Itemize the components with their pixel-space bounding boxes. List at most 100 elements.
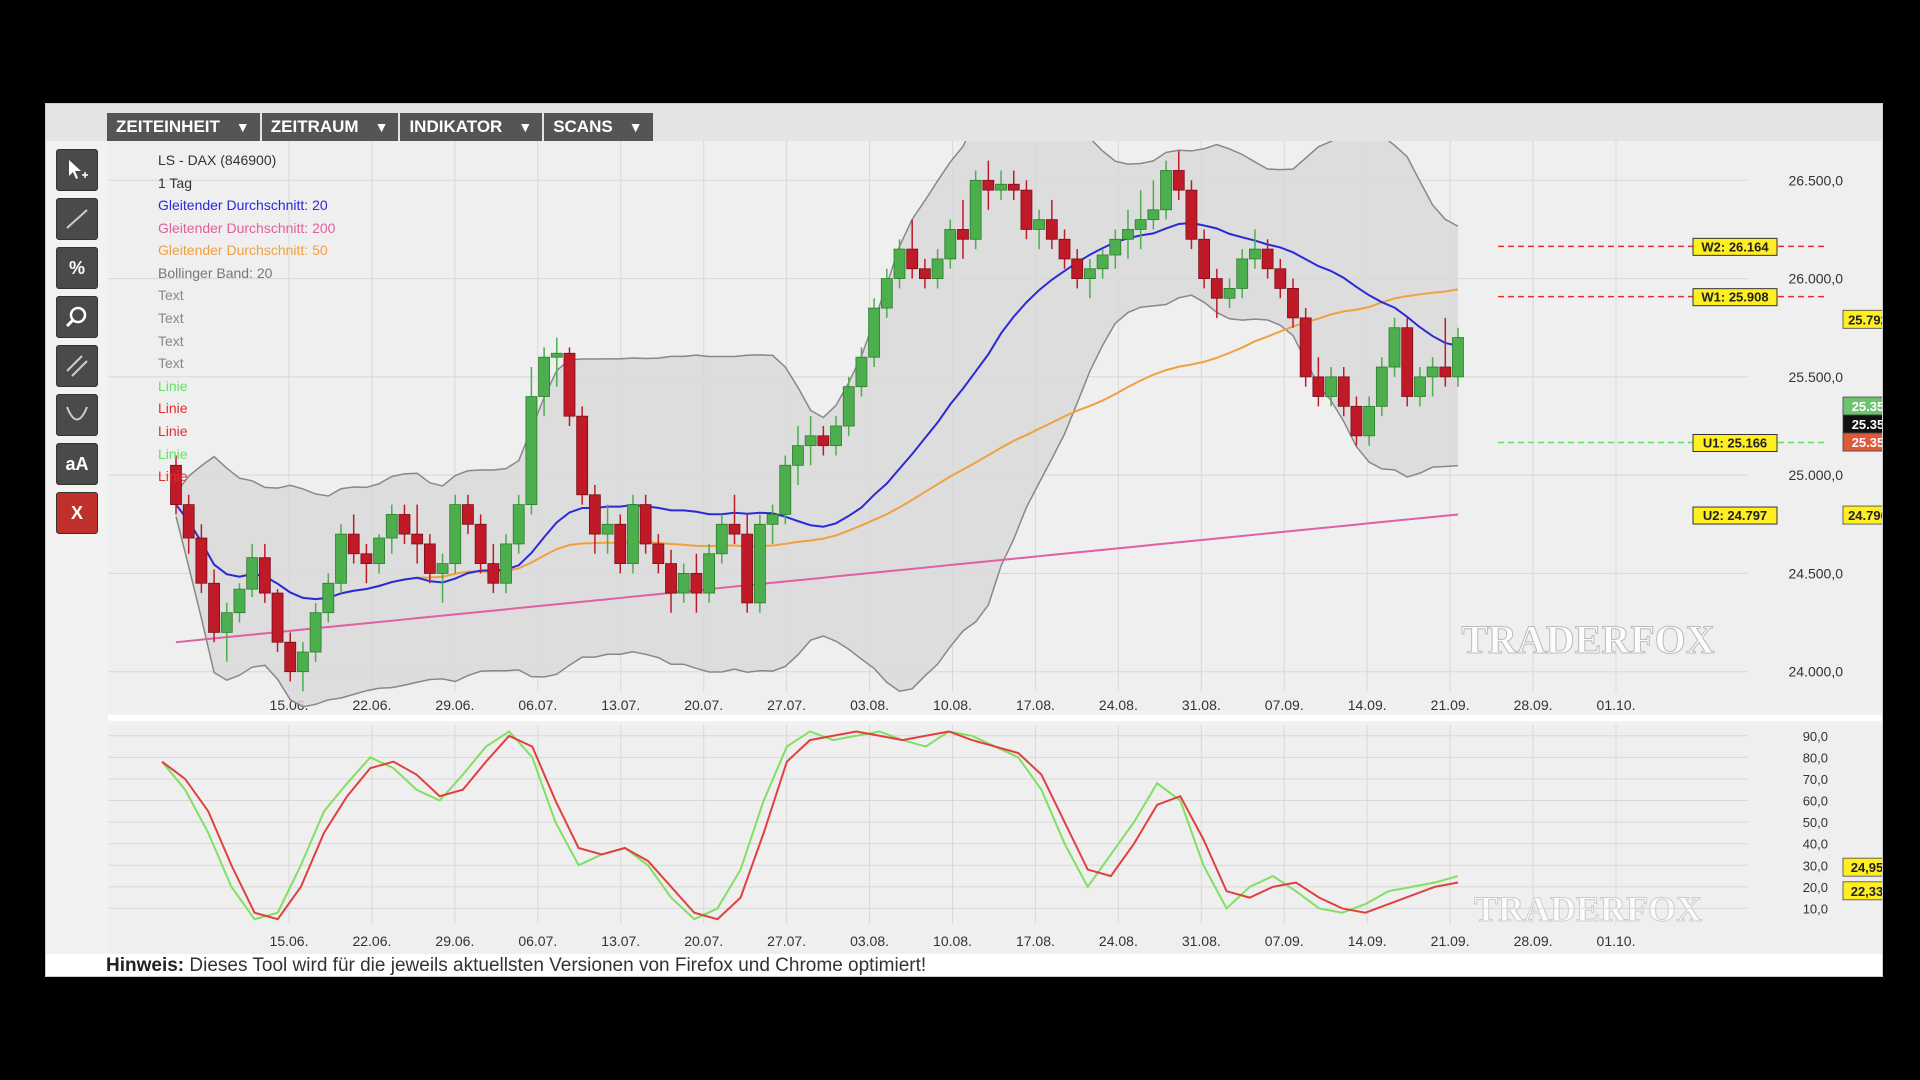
drawing-toolbar: % aA X — [56, 149, 98, 541]
candle-body — [779, 464, 792, 515]
price-tag-label: 25.792,90 — [1848, 312, 1883, 327]
x-tick-label: 31.08. — [1182, 697, 1221, 713]
candle-body — [258, 557, 271, 594]
candle-body — [195, 537, 208, 584]
arc-tool-button[interactable] — [56, 394, 98, 436]
watermark-logo: TRADERFOX — [1474, 889, 1702, 929]
candle-body — [462, 504, 474, 525]
candle-body — [220, 612, 233, 633]
level-tag-label: W2: 26.164 — [1701, 239, 1769, 254]
candle-body — [766, 514, 779, 525]
menu-label: ZEITRAUM — [270, 117, 359, 136]
candle-body — [665, 563, 677, 594]
candle-body — [614, 523, 627, 564]
menu-bar: ZEITEINHEIT ▼ ZEITRAUM ▼ INDIKATOR ▼ SCA… — [107, 113, 655, 141]
candle-body — [309, 612, 322, 653]
x-tick-label: 20.07. — [684, 933, 723, 949]
osc-y-tick-label: 80,0 — [1803, 750, 1828, 765]
x-tick-label: 24.08. — [1099, 697, 1138, 713]
legend-item[interactable]: Bollinger Band: 20 — [158, 265, 272, 281]
interval-label: 1 Tag — [158, 175, 192, 191]
candle-body — [588, 494, 601, 535]
legend-item[interactable]: Linie — [158, 423, 188, 439]
legend-item[interactable]: Linie — [158, 378, 188, 394]
candle-body — [182, 504, 195, 539]
candle-body — [423, 543, 436, 574]
legend-item[interactable]: Text — [158, 287, 184, 303]
osc-y-tick-label: 40,0 — [1803, 837, 1828, 852]
legend-item[interactable]: Text — [158, 310, 184, 326]
level-tag-label: U2: 24.797 — [1703, 508, 1767, 523]
line-tool-button[interactable] — [56, 198, 98, 240]
legend-item[interactable]: Text — [158, 355, 184, 371]
menu-scans[interactable]: SCANS ▼ — [544, 113, 653, 141]
x-tick-label: 14.09. — [1348, 933, 1387, 949]
candle-body — [703, 553, 716, 594]
candle-body — [677, 573, 690, 594]
x-tick-label: 13.07. — [601, 933, 640, 949]
percent-tool-button[interactable]: % — [56, 247, 98, 289]
candle-body — [1210, 278, 1223, 299]
candle-body — [500, 543, 512, 584]
x-tick-label: 27.07. — [767, 697, 806, 713]
x-tick-label: 22.06. — [352, 697, 391, 713]
x-tick-label: 17.08. — [1016, 697, 1055, 713]
legend-item[interactable]: Linie — [158, 400, 188, 416]
text-size-tool-button[interactable]: aA — [56, 443, 98, 485]
delete-tool-button[interactable]: X — [56, 492, 98, 534]
x-tick-label: 01.10. — [1597, 933, 1636, 949]
candle-body — [1071, 258, 1084, 279]
candle-body — [1033, 219, 1046, 230]
zoom-tool-button[interactable] — [56, 296, 98, 338]
x-tick-label: 17.08. — [1016, 933, 1055, 949]
x-tick-label: 01.10. — [1597, 697, 1636, 713]
legend-item[interactable]: Text — [158, 333, 184, 349]
x-tick-label: 10.08. — [933, 697, 972, 713]
candle-body — [1249, 248, 1261, 260]
cursor-icon — [69, 160, 88, 179]
legend-item[interactable]: Gleitender Durchschnitt: 200 — [158, 220, 335, 236]
candle-body — [944, 229, 957, 260]
legend-item[interactable]: Linie — [158, 468, 188, 484]
candle-body — [411, 533, 424, 545]
select-tool-button[interactable] — [56, 149, 98, 191]
osc-y-tick-label: 50,0 — [1803, 815, 1828, 830]
osc-y-tick-label: 70,0 — [1803, 772, 1828, 787]
candle-body — [1287, 288, 1299, 319]
price-tag-label: 24.796,92 — [1848, 508, 1883, 523]
candle-body — [880, 278, 893, 309]
candle-body — [1198, 238, 1211, 279]
watermark-logo: TRADERFOX — [1461, 617, 1714, 662]
parallel-lines-tool-button[interactable] — [56, 345, 98, 387]
chart-area[interactable]: 15.06. 15.06. 22.06. 22.06. 29.06. 29.06. 06.0… — [108, 141, 1883, 954]
candle-body — [512, 504, 525, 545]
candle-body — [1172, 170, 1185, 191]
x-tick-label: 22.06. — [352, 933, 391, 949]
arc-icon — [66, 406, 88, 421]
legend-item[interactable]: Linie — [158, 446, 188, 462]
candle-body — [347, 533, 360, 555]
candle-body — [1312, 376, 1325, 397]
candle-body — [601, 523, 614, 535]
candle-body — [995, 183, 1007, 191]
x-tick-label: 03.08. — [850, 933, 889, 949]
dropdown-arrow-icon: ▼ — [518, 119, 533, 135]
level-tag-label: U1: 25.166 — [1703, 436, 1767, 451]
menu-indikator[interactable]: INDIKATOR ▼ — [400, 113, 543, 141]
delete-icon: X — [70, 502, 83, 523]
osc-y-tick-label: 30,0 — [1803, 858, 1828, 873]
candle-body — [1261, 248, 1274, 270]
x-tick-label: 15.06. — [270, 933, 309, 949]
legend-item[interactable]: Gleitender Durchschnitt: 50 — [158, 242, 328, 258]
candle-body — [728, 523, 741, 535]
legend-item[interactable]: Gleitender Durchschnitt: 20 — [158, 197, 328, 213]
menu-zeiteinheit[interactable]: ZEITEINHEIT ▼ — [107, 113, 260, 141]
candle-body — [1058, 238, 1071, 260]
percent-icon: % — [68, 257, 85, 278]
menu-zeitraum[interactable]: ZEITRAUM ▼ — [261, 113, 399, 141]
candle-body — [957, 229, 969, 240]
chart-canvas[interactable]: 15.06.15.06.22.06.22.06.29.06.29.06.06.0… — [108, 141, 1883, 954]
candle-body — [360, 553, 373, 564]
menu-label: SCANS — [553, 117, 613, 136]
candle-body — [817, 435, 830, 447]
